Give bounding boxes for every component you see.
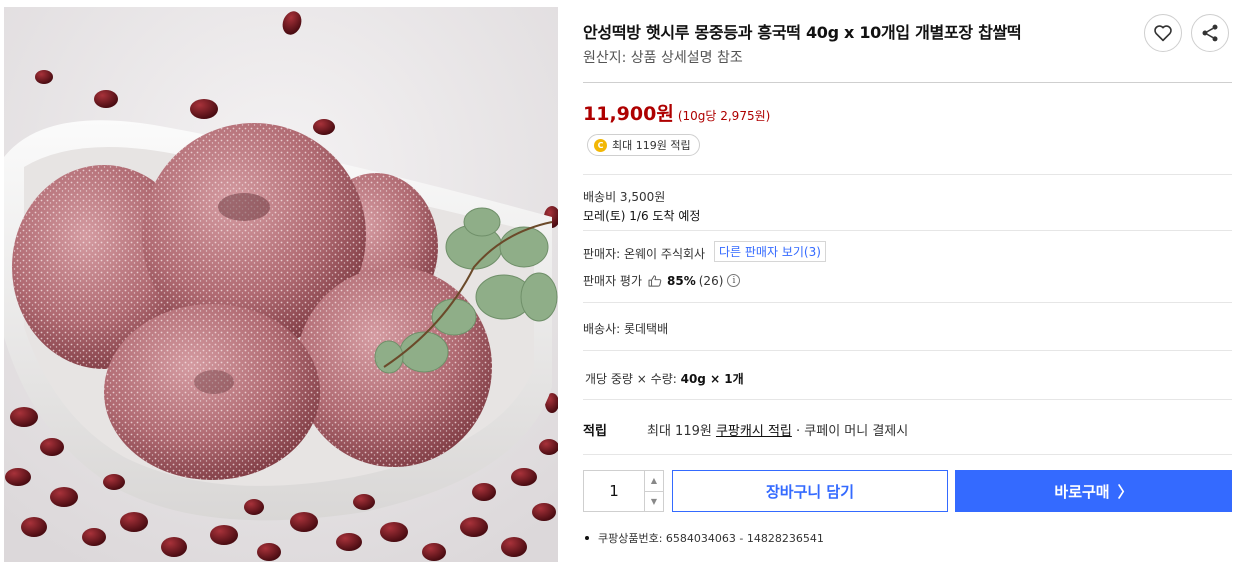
divider [583, 350, 1232, 351]
coupang-cash-link[interactable]: 쿠팡캐시 적립 [716, 424, 792, 439]
divider [583, 454, 1232, 455]
rating-label: 판매자 평가 [583, 274, 643, 288]
other-sellers-link[interactable]: 다른 판매자 보기(3) [714, 241, 826, 262]
share-button[interactable] [1191, 14, 1229, 52]
quantity-increase-button[interactable]: ▲ [645, 471, 663, 491]
rating-percent: 85% [667, 273, 696, 288]
heart-icon [1154, 25, 1172, 42]
shipping-fee: 배송비 3,500원 [583, 190, 666, 204]
coin-icon: C [594, 138, 607, 152]
carrier: 배송사: 롯데택배 [583, 322, 669, 336]
product-image [4, 7, 558, 562]
points-prefix: 최대 119원 [647, 424, 716, 439]
like-button[interactable] [1144, 14, 1182, 52]
product-title: 안성떡방 햇시루 몽중등과 흥국떡 40g x 10개입 개별포장 찹쌀떡 [583, 23, 1022, 42]
weight-label: 개당 중량 × 수량: [585, 372, 681, 386]
info-icon[interactable]: i [727, 274, 741, 287]
thumbs-up-icon [648, 274, 662, 287]
unit-price: (10g당 2,975원) [677, 109, 771, 123]
price-row: 11,900원 (10g당 2,975원) [583, 99, 770, 126]
divider [583, 82, 1232, 83]
buy-now-label: 바로구매 [1054, 482, 1110, 501]
reward-badge: C 최대 119원 적립 [587, 134, 700, 156]
quantity-input[interactable] [584, 471, 644, 511]
divider [583, 399, 1232, 400]
add-to-cart-button[interactable]: 장바구니 담기 [672, 470, 948, 512]
arrival-date: 모레(토) 1/6 도착 예정 [583, 209, 701, 223]
weight-value: 40g × 1개 [680, 372, 744, 386]
rating-count: (26) [698, 273, 724, 288]
product-number: 쿠팡상품번호: 6584034063 - 14828236541 [583, 530, 824, 546]
seller-rating: 판매자 평가 85% (26) i [583, 272, 741, 289]
quantity-decrease-button[interactable]: ▼ [645, 490, 663, 512]
share-icon [1202, 24, 1218, 42]
product-info-panel: 안성떡방 햇시루 몽중등과 흥국떡 40g x 10개입 개별포장 찹쌀떡 원산… [583, 0, 1232, 564]
points-text: 최대 119원 쿠팡캐시 적립 · 쿠페이 머니 결제시 [647, 420, 908, 439]
seller-name: 판매자: 온웨이 주식회사 [583, 247, 706, 261]
buy-now-button[interactable]: 바로구매 〉 [955, 470, 1232, 512]
divider [583, 230, 1232, 231]
chevron-right-icon: 〉 [1117, 482, 1133, 501]
product-origin: 원산지: 상품 상세설명 참조 [583, 50, 743, 66]
sale-price: 11,900원 [583, 103, 674, 125]
points-label: 적립 [583, 424, 607, 439]
product-number-text: 쿠팡상품번호: 6584034063 - 14828236541 [598, 532, 824, 545]
divider [583, 302, 1232, 303]
points-suffix: · 쿠페이 머니 결제시 [791, 424, 909, 439]
reward-text: 최대 119원 적립 [612, 139, 691, 152]
bullet [585, 536, 589, 540]
quantity-stepper: ▲ ▼ [583, 470, 664, 512]
divider [583, 174, 1232, 175]
weight-quantity: 개당 중량 × 수량: 40g × 1개 [585, 370, 744, 387]
